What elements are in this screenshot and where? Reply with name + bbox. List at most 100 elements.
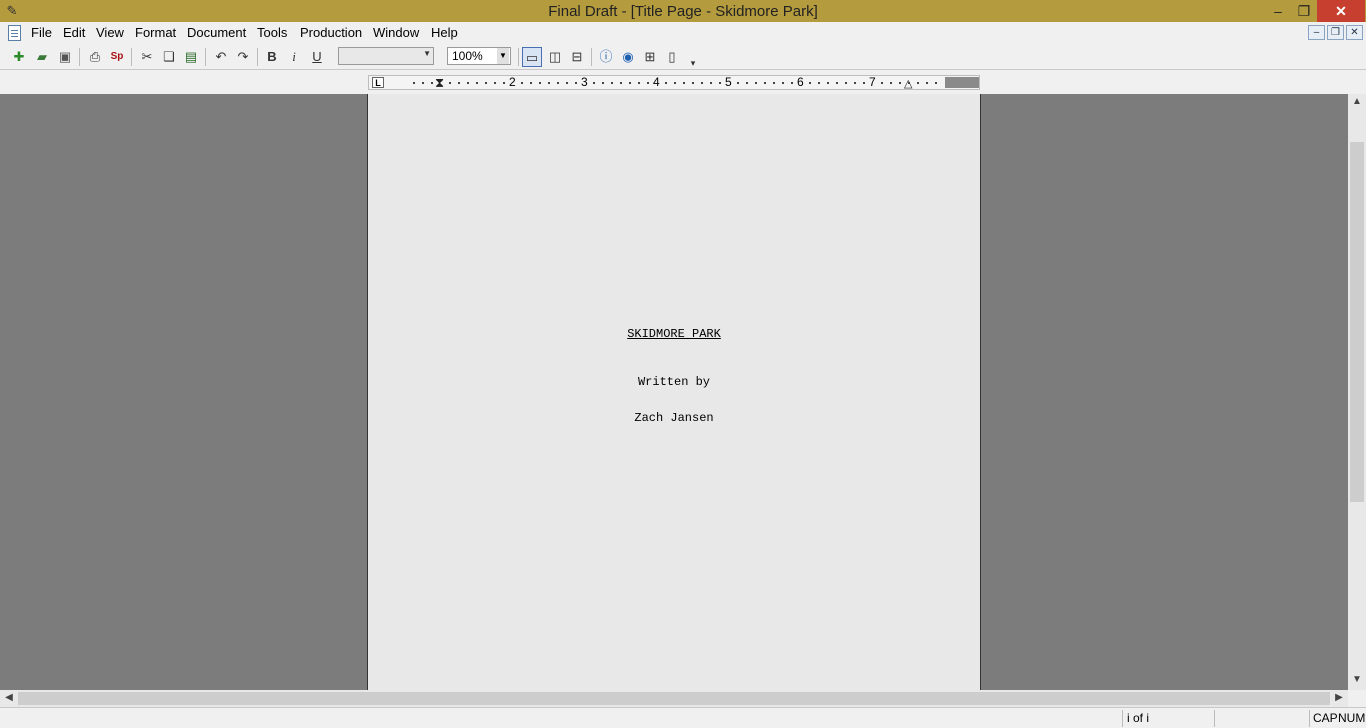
ruler-tick — [413, 82, 415, 84]
title-page[interactable]: SKIDMORE PARK Written by Zach Jansen — [367, 94, 981, 690]
italic-button[interactable]: i — [284, 47, 304, 67]
ruler-tick — [764, 82, 766, 84]
ruler-tick — [458, 82, 460, 84]
document-icon[interactable] — [8, 25, 21, 41]
menu-production[interactable]: Production — [300, 25, 362, 40]
ruler-tick — [908, 82, 910, 84]
horizontal-scroll-thumb[interactable] — [18, 692, 1330, 705]
open-folder-icon[interactable]: ▰ — [32, 47, 52, 67]
status-divider — [1122, 710, 1123, 727]
copy-icon[interactable]: ❏ — [159, 47, 179, 67]
ruler-tick — [755, 82, 757, 84]
minimize-button[interactable]: – — [1265, 0, 1291, 22]
menu-format[interactable]: Format — [135, 25, 176, 40]
written-by-line[interactable]: Written by — [368, 375, 980, 389]
navigator-icon[interactable]: ◉ — [618, 47, 638, 67]
cut-icon[interactable]: ✂ — [137, 47, 157, 67]
ruler-tick — [521, 82, 523, 84]
close-button[interactable]: ✕ — [1317, 0, 1365, 22]
ruler-tick — [431, 82, 433, 84]
menu-view[interactable]: View — [96, 25, 124, 40]
bold-button[interactable]: B — [262, 47, 282, 67]
doc-minimize-button[interactable]: – — [1308, 25, 1325, 40]
menu-edit[interactable]: Edit — [63, 25, 85, 40]
script-title[interactable]: SKIDMORE PARK — [368, 327, 980, 341]
ruler-tick — [602, 82, 604, 84]
ruler-tick — [701, 82, 703, 84]
vertical-scrollbar[interactable]: ▲ ▼ — [1348, 94, 1366, 690]
ruler-tick — [719, 82, 721, 84]
toolbar-separator — [518, 48, 519, 66]
ruler-tick — [422, 82, 424, 84]
restore-button[interactable]: ❐ — [1291, 0, 1317, 22]
document-workspace: SKIDMORE PARK Written by Zach Jansen — [0, 94, 1348, 690]
ruler-tick — [917, 82, 919, 84]
doc-close-button[interactable]: ✕ — [1346, 25, 1363, 40]
ruler-tick — [665, 82, 667, 84]
scroll-up-icon[interactable]: ▲ — [1348, 96, 1366, 107]
scroll-right-icon[interactable]: ▶ — [1330, 692, 1348, 703]
split-vertical-icon[interactable]: ◫ — [545, 47, 565, 67]
ruler-tick — [557, 82, 559, 84]
vertical-scroll-thumb[interactable] — [1350, 142, 1364, 502]
ruler-tick — [836, 82, 838, 84]
ruler-tick — [566, 82, 568, 84]
info-icon[interactable]: ⓘ — [596, 47, 616, 67]
toolbar-overflow-icon[interactable]: ▾ — [683, 53, 703, 73]
ruler-number: 4 — [653, 75, 660, 89]
ruler-tick — [503, 82, 505, 84]
underline-button[interactable]: U — [307, 47, 327, 67]
ruler-tick — [710, 82, 712, 84]
ruler-tick — [926, 82, 928, 84]
ruler-tick — [737, 82, 739, 84]
ruler-tick — [683, 82, 685, 84]
menu-document[interactable]: Document — [187, 25, 246, 40]
split-horizontal-icon[interactable]: ⊟ — [567, 47, 587, 67]
zoom-select[interactable]: 100% ▼ — [447, 47, 511, 65]
status-divider — [1309, 710, 1310, 727]
new-document-icon[interactable]: ✚ — [9, 47, 29, 67]
left-indent-marker[interactable]: ⧗ — [435, 75, 444, 91]
scroll-left-icon[interactable]: ◀ — [0, 692, 18, 703]
save-icon[interactable]: ▣ — [55, 47, 75, 67]
menu-file[interactable]: File — [31, 25, 52, 40]
ruler-number: 2 — [509, 75, 516, 89]
ruler-tick — [899, 82, 901, 84]
ruler-tick — [863, 82, 865, 84]
menu-tools[interactable]: Tools — [257, 25, 287, 40]
ruler-tick — [494, 82, 496, 84]
toolbar-separator — [591, 48, 592, 66]
ruler-tick — [935, 82, 937, 84]
tab-stop-selector[interactable]: L — [372, 77, 384, 88]
ruler-tick — [485, 82, 487, 84]
ruler-tick — [827, 82, 829, 84]
page-indicator: i of i — [1127, 711, 1150, 725]
ruler-tick — [467, 82, 469, 84]
ruler-tick — [548, 82, 550, 84]
ruler-number: 3 — [581, 75, 588, 89]
paste-icon[interactable]: ▤ — [181, 47, 201, 67]
status-bar: i of i CAP NUM — [0, 707, 1366, 728]
undo-icon[interactable]: ↶ — [211, 47, 231, 67]
normal-view-icon[interactable]: ▭ — [522, 47, 542, 67]
index-card-icon[interactable]: ▯ — [662, 47, 682, 67]
menu-window[interactable]: Window — [373, 25, 419, 40]
doc-restore-button[interactable]: ❐ — [1327, 25, 1344, 40]
print-icon[interactable]: ⎙ — [85, 47, 105, 67]
font-select[interactable]: ▼ — [338, 47, 434, 65]
author-name[interactable]: Zach Jansen — [368, 411, 980, 425]
ruler-tick — [674, 82, 676, 84]
chevron-down-icon[interactable]: ▼ — [497, 48, 509, 64]
ruler[interactable]: L ⧗ 2 3 4 5 6 7 △ — [368, 75, 980, 90]
menu-help[interactable]: Help — [431, 25, 458, 40]
spell-check-icon[interactable]: Sp — [107, 47, 127, 67]
chevron-down-icon[interactable]: ▼ — [423, 49, 431, 58]
scroll-down-icon[interactable]: ▼ — [1348, 674, 1366, 685]
zoom-value: 100% — [452, 49, 483, 63]
ruler-tick — [638, 82, 640, 84]
horizontal-scrollbar[interactable]: ◀ ▶ — [0, 690, 1348, 707]
scene-icon[interactable]: ⊞ — [640, 47, 660, 67]
toolbar-separator — [131, 48, 132, 66]
ruler-margin-area — [945, 77, 979, 88]
redo-icon[interactable]: ↷ — [233, 47, 253, 67]
